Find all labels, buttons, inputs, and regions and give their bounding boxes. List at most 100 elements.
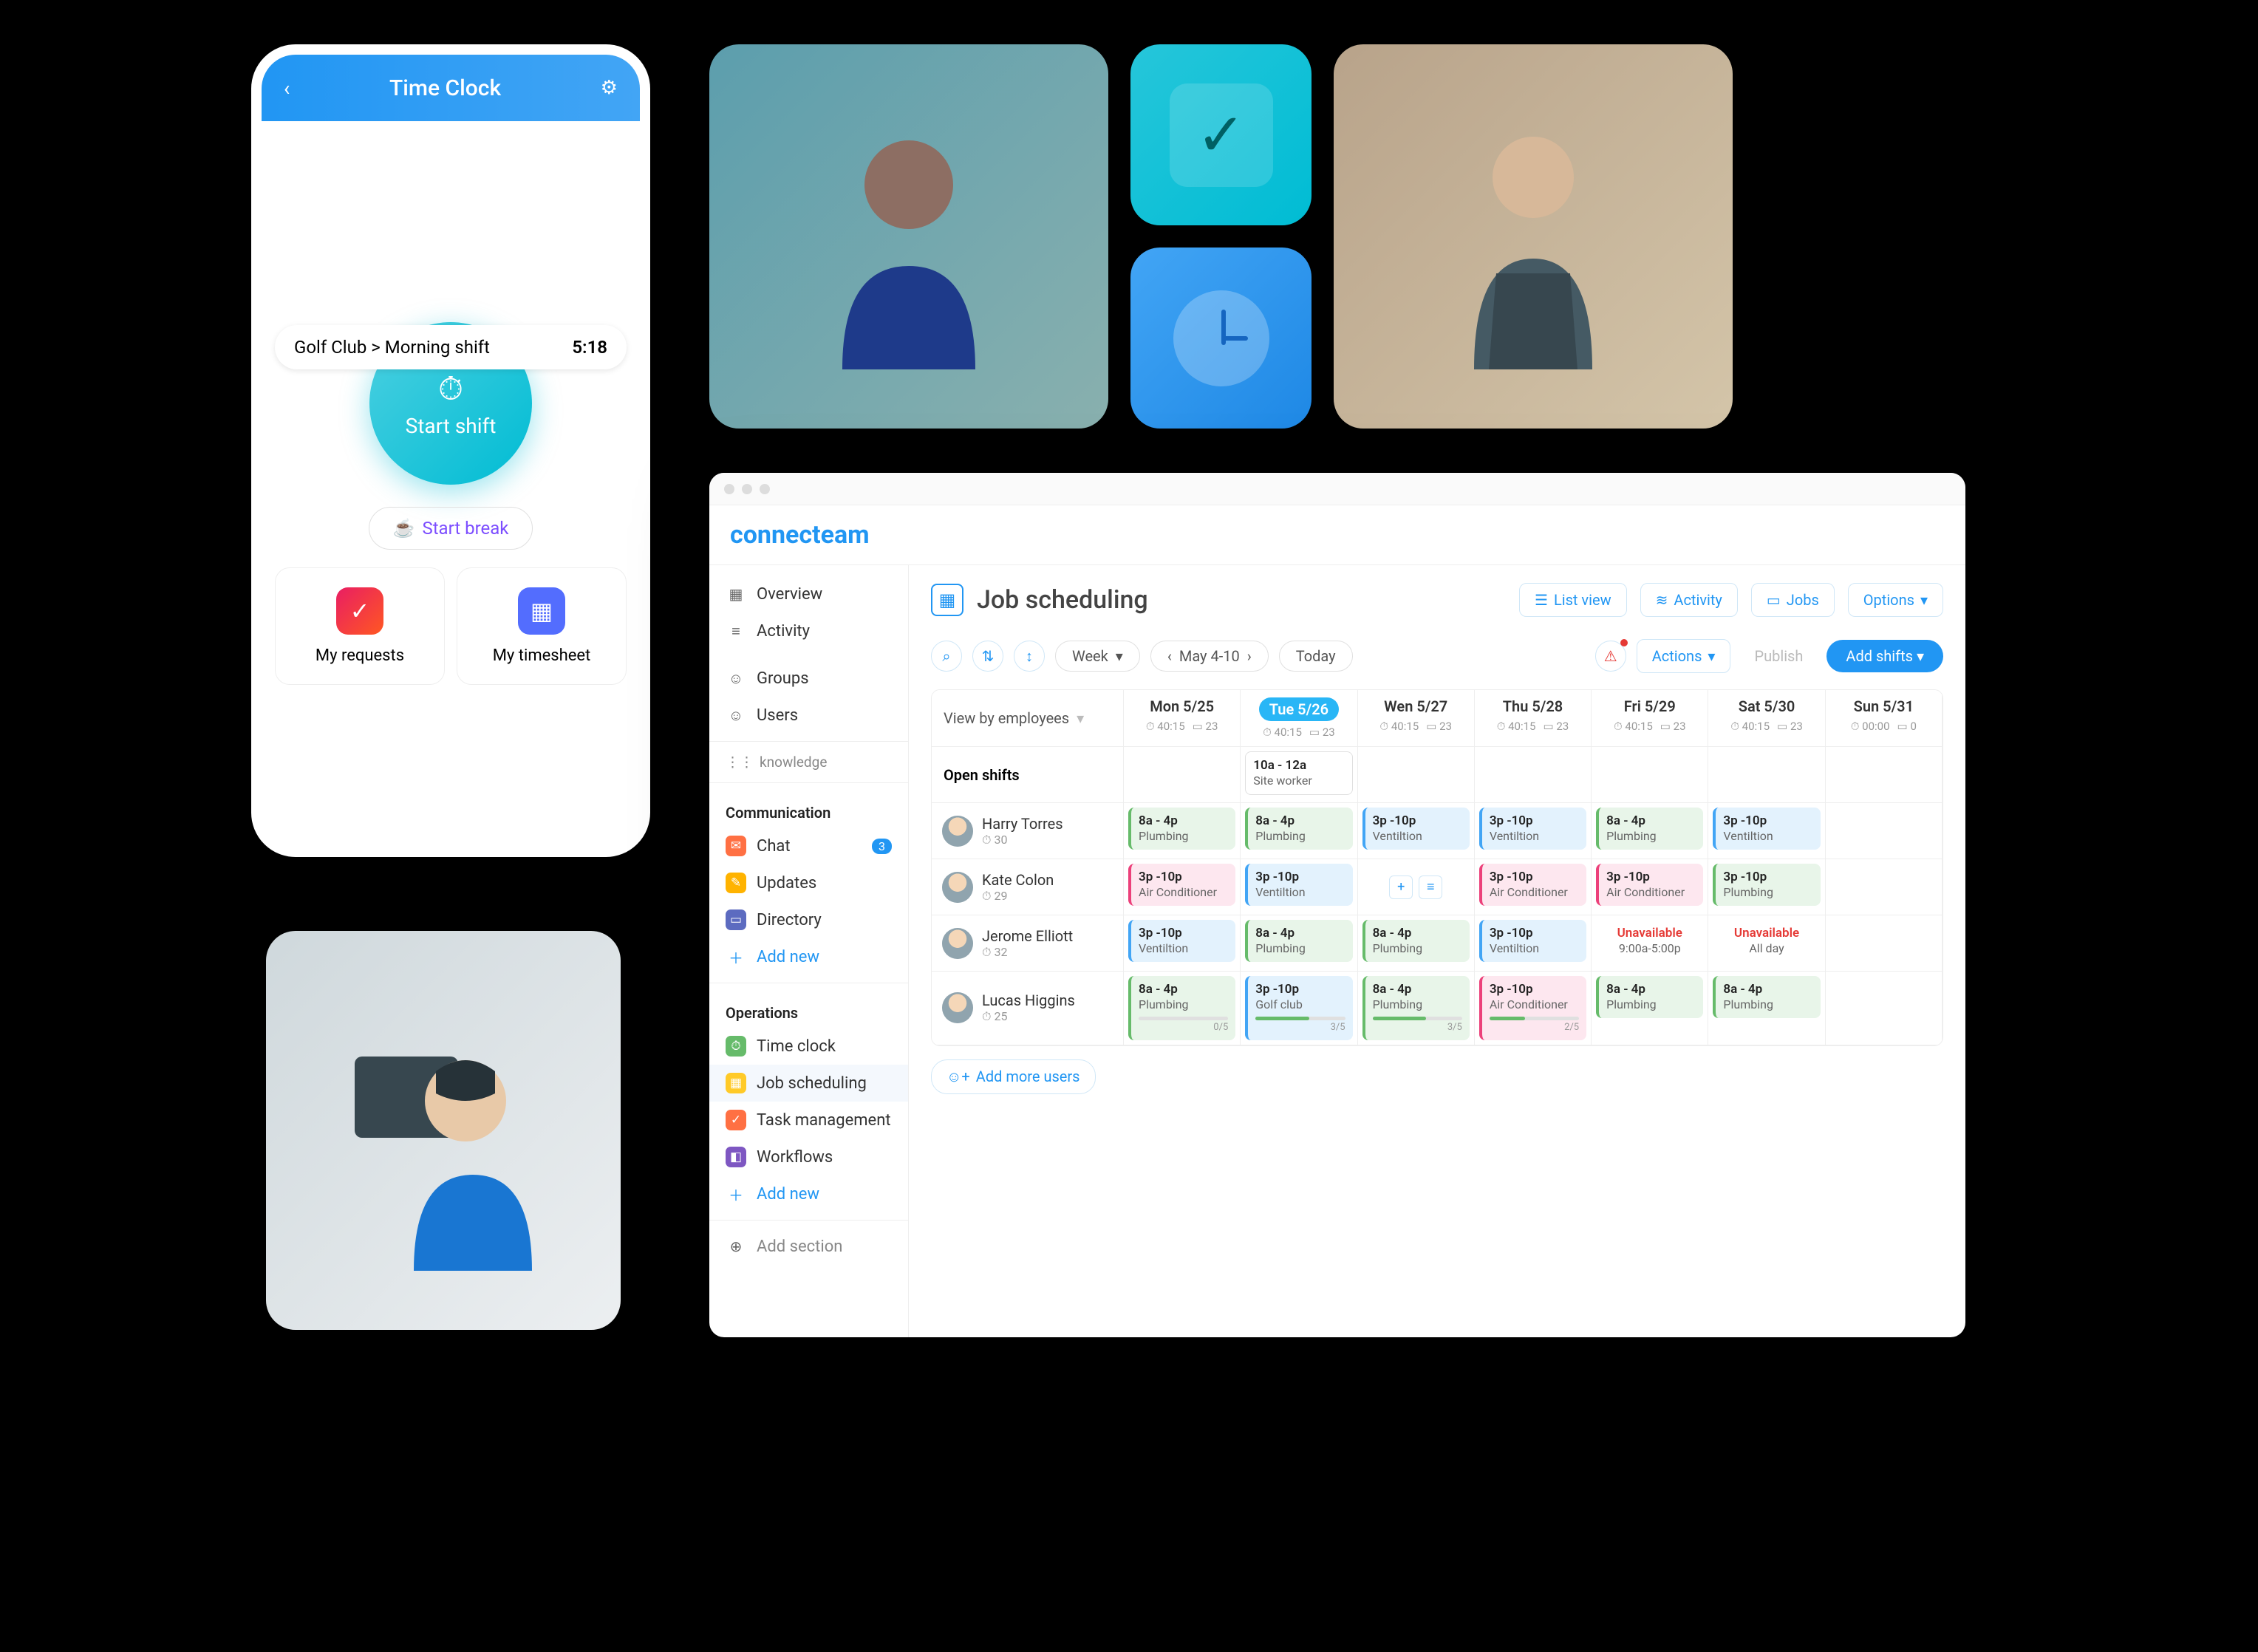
jobs-button[interactable]: ▭Jobs bbox=[1751, 583, 1835, 617]
grid-cell[interactable]: 3p -10pPlumbing bbox=[1708, 859, 1825, 915]
shift-card[interactable]: 8a - 4pPlumbing0/5 bbox=[1128, 976, 1235, 1040]
alert-button[interactable]: ⚠ bbox=[1595, 641, 1626, 672]
grid-cell[interactable]: 8a - 4pPlumbing bbox=[1708, 972, 1825, 1045]
sidebar-item-updates[interactable]: ✎Updates bbox=[709, 864, 908, 901]
shift-card[interactable]: 3p -10pAir Conditioner bbox=[1128, 864, 1235, 906]
add-shifts-button[interactable]: Add shifts ▾ bbox=[1826, 640, 1943, 672]
chevron-right-icon[interactable]: › bbox=[1247, 647, 1252, 665]
shift-card[interactable]: 8a - 4pPlumbing bbox=[1362, 920, 1470, 962]
shift-card[interactable]: 8a - 4pPlumbing bbox=[1245, 920, 1352, 962]
sidebar-item-task-management[interactable]: ✓Task management bbox=[709, 1102, 908, 1139]
activity-button[interactable]: ≋Activity bbox=[1640, 583, 1738, 617]
view-by-cell[interactable]: View by employees ▾ bbox=[932, 690, 1124, 747]
shift-card[interactable]: UnavailableAll day bbox=[1713, 920, 1820, 962]
grid-cell[interactable]: 8a - 4pPlumbing bbox=[1592, 972, 1708, 1045]
shift-card[interactable]: 3p -10pVentiltion bbox=[1713, 808, 1820, 850]
sidebar-item-knowledge[interactable]: ⋮⋮knowledge bbox=[709, 749, 908, 775]
shift-card[interactable]: 8a - 4pPlumbing bbox=[1713, 976, 1820, 1018]
shift-card[interactable]: 3p -10pVentiltion bbox=[1245, 864, 1352, 906]
sidebar-item-time-clock[interactable]: ⏱Time clock bbox=[709, 1028, 908, 1065]
employee-cell[interactable]: Kate Colon⏱ 29 bbox=[932, 859, 1124, 915]
sidebar-item-users[interactable]: ☺Users bbox=[709, 697, 908, 734]
week-select[interactable]: Week▾ bbox=[1055, 641, 1140, 672]
grid-cell[interactable]: 3p -10pVentiltion bbox=[1475, 915, 1592, 971]
grid-cell[interactable]: Unavailable9:00a-5:00p bbox=[1592, 915, 1708, 971]
publish-button[interactable]: Publish bbox=[1741, 640, 1816, 672]
grid-cell[interactable]: 8a - 4pPlumbing bbox=[1124, 803, 1241, 859]
grid-cell[interactable]: 3p -10pVentiltion bbox=[1708, 803, 1825, 859]
list-view-button[interactable]: ☰List view bbox=[1519, 583, 1627, 617]
shift-card[interactable]: 8a - 4pPlumbing bbox=[1128, 808, 1235, 850]
grid-cell[interactable]: 8a - 4pPlumbing3/5 bbox=[1358, 972, 1475, 1045]
grid-cell[interactable]: 8a - 4pPlumbing bbox=[1592, 803, 1708, 859]
day-header[interactable]: Mon 5/25 ⏱ 40:15▭ 23 bbox=[1124, 690, 1241, 747]
grid-cell[interactable]: 3p -10pAir Conditioner bbox=[1592, 859, 1708, 915]
employee-cell[interactable]: Lucas Higgins⏱ 25 bbox=[932, 972, 1124, 1045]
sidebar-item-overview[interactable]: ▦Overview bbox=[709, 576, 908, 612]
plus-icon[interactable]: + bbox=[1389, 876, 1413, 899]
shift-card[interactable]: 8a - 4pPlumbing3/5 bbox=[1362, 976, 1470, 1040]
traffic-light-icon[interactable] bbox=[742, 484, 752, 494]
shift-card[interactable]: Unavailable9:00a-5:00p bbox=[1596, 920, 1703, 962]
shift-pill[interactable]: Golf Club > Morning shift 5:18 bbox=[275, 325, 627, 369]
grid-cell[interactable] bbox=[1475, 747, 1592, 802]
day-header[interactable]: Wen 5/27 ⏱ 40:15▭ 23 bbox=[1358, 690, 1475, 747]
shift-card[interactable]: 3p -10pAir Conditioner2/5 bbox=[1479, 976, 1586, 1040]
grid-cell[interactable]: 3p -10pVentiltion bbox=[1241, 859, 1357, 915]
sidebar-item-groups[interactable]: ☺Groups bbox=[709, 660, 908, 697]
shift-card[interactable]: 3p -10pAir Conditioner bbox=[1479, 864, 1586, 906]
grid-cell[interactable]: UnavailableAll day bbox=[1708, 915, 1825, 971]
gear-icon[interactable]: ⚙ bbox=[601, 77, 618, 99]
add-more-users-button[interactable]: ☺+ Add more users bbox=[931, 1059, 1096, 1094]
grid-cell[interactable] bbox=[1826, 859, 1943, 915]
day-header[interactable]: Fri 5/29 ⏱ 40:15▭ 23 bbox=[1592, 690, 1708, 747]
actions-button[interactable]: Actions▾ bbox=[1637, 639, 1731, 673]
shift-card[interactable]: 8a - 4pPlumbing bbox=[1245, 808, 1352, 850]
shift-card[interactable]: 3p -10pVentiltion bbox=[1479, 920, 1586, 962]
grid-cell[interactable]: 8a - 4pPlumbing bbox=[1241, 803, 1357, 859]
sidebar-item-activity[interactable]: ≡Activity bbox=[709, 612, 908, 649]
start-break-button[interactable]: ☕ Start break bbox=[369, 507, 533, 550]
shift-card[interactable]: 3p -10pVentiltion bbox=[1128, 920, 1235, 962]
sidebar-item-workflows[interactable]: ◧Workflows bbox=[709, 1139, 908, 1175]
grid-cell[interactable] bbox=[1826, 747, 1943, 802]
day-header[interactable]: Sat 5/30 ⏱ 40:15▭ 23 bbox=[1708, 690, 1825, 747]
search-button[interactable]: ⌕ bbox=[931, 641, 962, 672]
filter-button[interactable]: ⇅ bbox=[972, 641, 1003, 672]
grid-cell[interactable]: 3p -10pVentiltion bbox=[1358, 803, 1475, 859]
sidebar-item-chat[interactable]: ✉Chat3 bbox=[709, 827, 908, 864]
sidebar-item-job-scheduling[interactable]: ▦Job scheduling bbox=[709, 1065, 908, 1102]
day-header[interactable]: Sun 5/31 ⏱ 00:00▭ 0 bbox=[1826, 690, 1943, 747]
traffic-light-icon[interactable] bbox=[724, 484, 734, 494]
grid-cell[interactable]: 10a - 12aSite worker bbox=[1241, 747, 1357, 802]
grid-cell[interactable] bbox=[1826, 915, 1943, 971]
employee-cell[interactable]: Harry Torres⏱ 30 bbox=[932, 803, 1124, 859]
back-icon[interactable]: ‹ bbox=[284, 76, 290, 100]
grid-cell[interactable]: 3p -10pAir Conditioner bbox=[1124, 859, 1241, 915]
grid-cell[interactable] bbox=[1358, 747, 1475, 802]
shift-card[interactable]: 3p -10pAir Conditioner bbox=[1596, 864, 1703, 906]
shift-card[interactable]: 10a - 12aSite worker bbox=[1245, 751, 1352, 795]
sort-button[interactable]: ↕ bbox=[1014, 641, 1045, 672]
grid-cell[interactable]: 3p -10pGolf club3/5 bbox=[1241, 972, 1357, 1045]
traffic-light-icon[interactable] bbox=[760, 484, 770, 494]
shift-card[interactable]: 8a - 4pPlumbing bbox=[1596, 976, 1703, 1018]
grid-cell[interactable]: 8a - 4pPlumbing bbox=[1241, 915, 1357, 971]
grid-cell[interactable] bbox=[1826, 972, 1943, 1045]
employee-cell[interactable]: Jerome Elliott⏱ 32 bbox=[932, 915, 1124, 971]
shift-card[interactable]: 8a - 4pPlumbing bbox=[1596, 808, 1703, 850]
grid-cell[interactable]: 3p -10pAir Conditioner bbox=[1475, 859, 1592, 915]
grid-cell[interactable]: +≡ bbox=[1358, 859, 1475, 915]
options-button[interactable]: Options▾ bbox=[1848, 583, 1943, 617]
grid-cell[interactable] bbox=[1592, 747, 1708, 802]
grid-cell[interactable] bbox=[1826, 803, 1943, 859]
shift-card[interactable]: 3p -10pGolf club3/5 bbox=[1245, 976, 1352, 1040]
grid-cell[interactable] bbox=[1124, 747, 1241, 802]
shift-card[interactable]: 3p -10pPlumbing bbox=[1713, 864, 1820, 906]
chevron-left-icon[interactable]: ‹ bbox=[1167, 647, 1172, 665]
sidebar-add-section[interactable]: ⊕Add section bbox=[709, 1228, 908, 1265]
grid-cell[interactable]: 8a - 4pPlumbing0/5 bbox=[1124, 972, 1241, 1045]
shift-card[interactable]: 3p -10pVentiltion bbox=[1362, 808, 1470, 850]
grid-cell[interactable]: 3p -10pVentiltion bbox=[1475, 803, 1592, 859]
sidebar-item-directory[interactable]: ▭Directory bbox=[709, 901, 908, 938]
